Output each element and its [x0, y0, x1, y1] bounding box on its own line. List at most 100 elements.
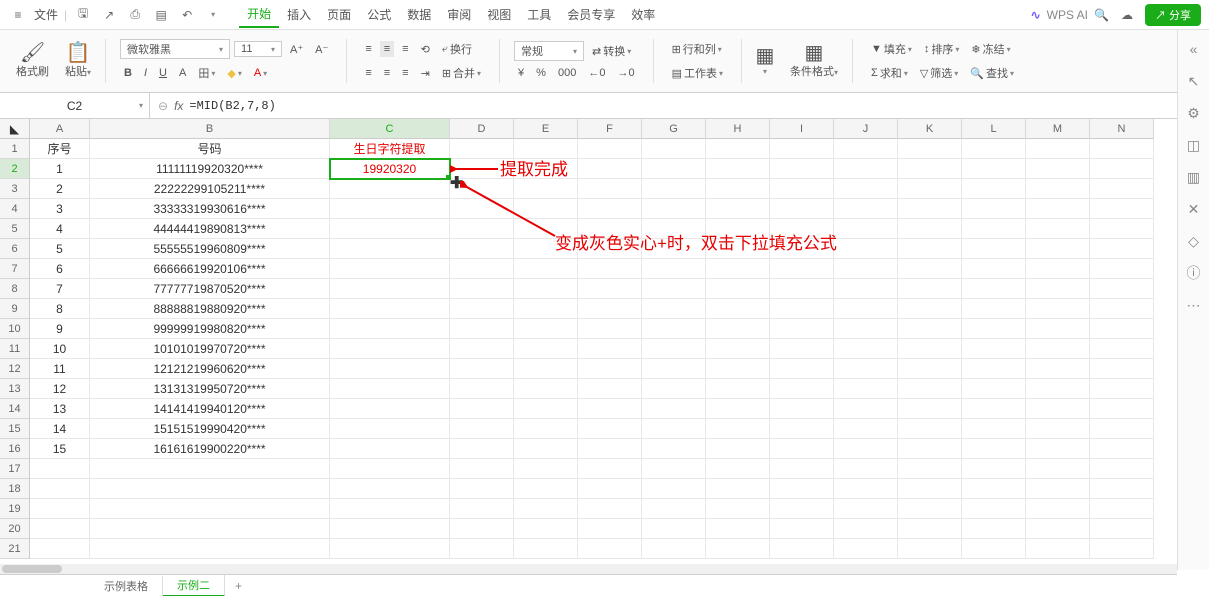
cell[interactable] — [770, 499, 834, 519]
cell[interactable] — [834, 379, 898, 399]
cell[interactable] — [514, 399, 578, 419]
cell[interactable] — [642, 539, 706, 559]
cell[interactable] — [330, 359, 450, 379]
cell[interactable] — [1026, 319, 1090, 339]
cell[interactable] — [1090, 159, 1154, 179]
cell[interactable] — [834, 499, 898, 519]
cell[interactable] — [330, 319, 450, 339]
cell[interactable] — [1026, 199, 1090, 219]
cell[interactable] — [330, 199, 450, 219]
row-header[interactable]: 11 — [0, 339, 30, 359]
cell[interactable] — [834, 259, 898, 279]
row-header[interactable]: 17 — [0, 459, 30, 479]
cell[interactable] — [1090, 199, 1154, 219]
cursor-icon[interactable]: ↖ — [1185, 72, 1203, 90]
cell[interactable] — [578, 379, 642, 399]
cell[interactable] — [706, 219, 770, 239]
cell[interactable] — [578, 319, 642, 339]
sheet-tab-2[interactable]: 示例二 — [163, 575, 225, 596]
cell[interactable] — [330, 219, 450, 239]
row-header[interactable]: 8 — [0, 279, 30, 299]
cell[interactable] — [770, 139, 834, 159]
underline-button[interactable]: U — [155, 65, 171, 81]
cell[interactable] — [578, 459, 642, 479]
cell[interactable]: 1 — [30, 159, 90, 179]
cell[interactable] — [90, 519, 330, 539]
cell[interactable] — [1090, 139, 1154, 159]
cell[interactable]: 4 — [30, 219, 90, 239]
font-select[interactable]: 微软雅黑▾ — [120, 39, 230, 59]
cell[interactable] — [962, 299, 1026, 319]
cell[interactable] — [330, 519, 450, 539]
convert-button[interactable]: ⇄ 转换▾ — [588, 41, 635, 61]
cell[interactable] — [962, 379, 1026, 399]
cell[interactable] — [834, 319, 898, 339]
cell[interactable] — [90, 499, 330, 519]
info-icon[interactable]: ⓘ — [1185, 264, 1203, 282]
cell[interactable]: 序号 — [30, 139, 90, 159]
cell[interactable] — [770, 279, 834, 299]
cell[interactable] — [1026, 179, 1090, 199]
cell[interactable] — [770, 399, 834, 419]
cell[interactable] — [450, 279, 514, 299]
cell[interactable] — [834, 539, 898, 559]
cell[interactable] — [330, 379, 450, 399]
cell[interactable]: 12 — [30, 379, 90, 399]
cell[interactable] — [898, 359, 962, 379]
cell[interactable] — [898, 259, 962, 279]
row-header[interactable]: 2 — [0, 159, 30, 179]
tab-data[interactable]: 数据 — [399, 2, 439, 27]
orient-icon[interactable]: ⟲ — [417, 41, 434, 58]
cell[interactable] — [450, 399, 514, 419]
cell[interactable] — [1026, 139, 1090, 159]
cell[interactable] — [898, 459, 962, 479]
cell[interactable] — [330, 279, 450, 299]
cell[interactable] — [962, 459, 1026, 479]
cell[interactable] — [642, 179, 706, 199]
cell[interactable] — [330, 339, 450, 359]
cell[interactable] — [30, 459, 90, 479]
cell[interactable] — [834, 219, 898, 239]
align-top-icon[interactable]: ≡ — [361, 41, 375, 57]
cell[interactable] — [962, 439, 1026, 459]
cell[interactable]: 66666619920106**** — [90, 259, 330, 279]
currency-icon[interactable]: ¥ — [514, 65, 528, 81]
file-menu[interactable]: 文件 — [34, 6, 58, 23]
cell[interactable] — [514, 279, 578, 299]
col-header-h[interactable]: H — [706, 119, 770, 139]
col-header-d[interactable]: D — [450, 119, 514, 139]
redo-icon[interactable]: ▾ — [203, 5, 223, 25]
cell[interactable] — [962, 279, 1026, 299]
cell[interactable] — [514, 539, 578, 559]
cell[interactable] — [770, 199, 834, 219]
cell[interactable] — [642, 279, 706, 299]
cell[interactable] — [450, 199, 514, 219]
cell[interactable] — [578, 139, 642, 159]
cell[interactable] — [706, 319, 770, 339]
cell[interactable] — [450, 379, 514, 399]
tab-insert[interactable]: 插入 — [279, 2, 319, 27]
cell[interactable] — [898, 299, 962, 319]
dec-dec-icon[interactable]: →0 — [613, 65, 638, 81]
cell[interactable] — [1090, 519, 1154, 539]
row-header[interactable]: 14 — [0, 399, 30, 419]
row-header[interactable]: 18 — [0, 479, 30, 499]
cell[interactable] — [898, 339, 962, 359]
cell[interactable]: 14141419940120**** — [90, 399, 330, 419]
cell[interactable] — [1090, 219, 1154, 239]
row-header[interactable]: 4 — [0, 199, 30, 219]
cell[interactable]: 3 — [30, 199, 90, 219]
table-style-group[interactable]: ▦ ▾ — [750, 47, 780, 76]
cell[interactable] — [578, 159, 642, 179]
export-icon[interactable]: ↗ — [99, 5, 119, 25]
cell[interactable] — [514, 239, 578, 259]
cell[interactable] — [1026, 499, 1090, 519]
tab-efficiency[interactable]: 效率 — [623, 2, 663, 27]
cell[interactable] — [706, 479, 770, 499]
cell[interactable] — [514, 379, 578, 399]
cell[interactable] — [1090, 439, 1154, 459]
cell[interactable] — [450, 539, 514, 559]
row-header[interactable]: 12 — [0, 359, 30, 379]
cell[interactable] — [1026, 479, 1090, 499]
cell[interactable] — [706, 359, 770, 379]
